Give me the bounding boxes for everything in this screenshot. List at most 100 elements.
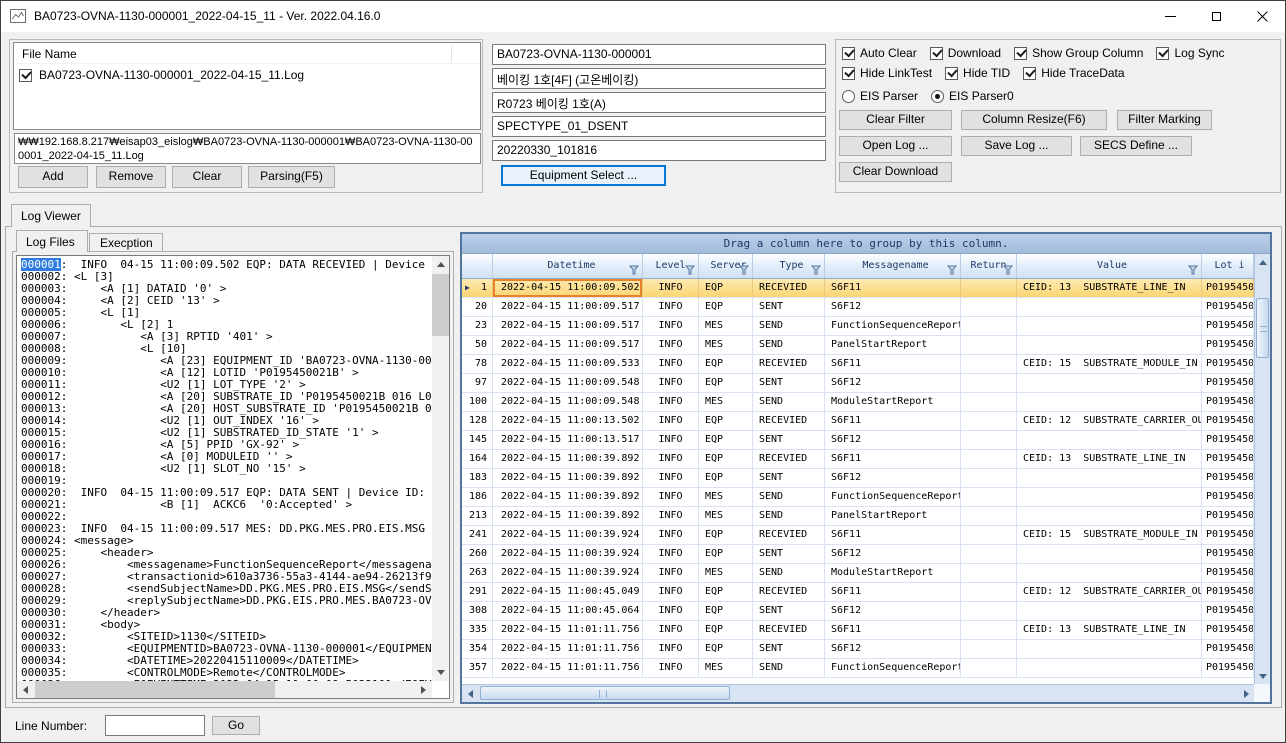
table-row[interactable]: 972022-04-15 11:00:09.548INFOEQPSENTS6F1… [462,374,1254,393]
tab-log-viewer[interactable]: Log Viewer [11,204,91,227]
scroll-down-icon[interactable] [1255,668,1271,684]
column-resize-f6-button[interactable]: Column Resize(F6) [961,110,1107,130]
column-header-server[interactable]: Server [699,254,753,278]
checkbox-download[interactable]: Download [930,46,1001,60]
table-row[interactable]: 3352022-04-15 11:01:11.756INFOEQPRECEVIE… [462,621,1254,640]
checkbox-hide-linktest[interactable]: Hide LinkTest [842,66,932,80]
tab-exception[interactable]: Execption [89,233,163,252]
checkbox-show-group-column[interactable]: Show Group Column [1014,46,1143,60]
filter-icon[interactable] [629,261,639,278]
table-row[interactable]: ▶12022-04-15 11:00:09.502INFOEQPRECEVIED… [462,279,1254,298]
table-row[interactable]: 1832022-04-15 11:00:39.892INFOEQPSENTS6F… [462,469,1254,488]
clear-filter-button[interactable]: Clear Filter [839,110,952,130]
file-list-column-header[interactable]: File Name [14,43,480,64]
checkbox-icon[interactable] [945,67,958,80]
checkbox-hide-tracedata[interactable]: Hide TraceData [1023,66,1124,80]
table-row[interactable]: 1282022-04-15 11:00:13.502INFOEQPRECEVIE… [462,412,1254,431]
scroll-up-icon[interactable] [432,256,449,273]
equipment-id-field[interactable]: BA0723-OVNA-1130-000001 [492,44,826,65]
parsing-button[interactable]: Parsing(F5) [248,166,335,188]
scroll-thumb[interactable] [35,681,275,698]
table-row[interactable]: 2602022-04-15 11:00:39.924INFOEQPSENTS6F… [462,545,1254,564]
save-log-button[interactable]: Save Log ... [961,136,1072,156]
table-row[interactable]: 1642022-04-15 11:00:39.892INFOEQPRECEVIE… [462,450,1254,469]
column-header-lot-i[interactable]: Lot i [1202,254,1254,278]
column-header-level[interactable]: Level [643,254,699,278]
table-row[interactable]: 2912022-04-15 11:00:45.049INFOEQPRECEVIE… [462,583,1254,602]
scroll-thumb[interactable] [1256,298,1269,358]
scroll-up-icon[interactable] [1255,254,1271,270]
file-list-item[interactable]: BA0723-OVNA-1130-000001_2022-04-15_11.Lo… [14,66,480,84]
radio-icon[interactable] [931,90,944,103]
filter-icon[interactable] [1188,261,1198,278]
file-checkbox[interactable] [19,69,32,82]
group-by-band[interactable]: Drag a column here to group by this colu… [462,234,1270,254]
log-vertical-scrollbar[interactable] [432,256,449,681]
line-name-field[interactable]: R0723 베이킹 1호(A) [492,92,826,113]
filter-icon[interactable] [1003,261,1013,278]
filter-icon[interactable] [947,261,957,278]
filter-icon[interactable] [739,261,749,278]
equipment-name-field[interactable]: 베이킹 1호[4F] (고온베이킹) [492,68,826,89]
checkbox-icon[interactable] [1023,67,1036,80]
radio-eis-parser0[interactable]: EIS Parser0 [931,89,1014,103]
go-button[interactable]: Go [212,716,260,735]
grid-horizontal-scrollbar[interactable] [462,684,1254,702]
checkbox-icon[interactable] [1156,47,1169,60]
scroll-left-icon[interactable] [17,681,34,698]
spec-type-field[interactable]: SPECTYPE_01_DSENT [492,116,826,137]
table-row[interactable]: 3542022-04-15 11:01:11.756INFOEQPSENTS6F… [462,640,1254,659]
filter-icon[interactable] [811,261,821,278]
scroll-left-icon[interactable] [462,686,478,702]
maximize-button[interactable] [1193,1,1239,32]
scroll-down-icon[interactable] [432,664,449,681]
column-header-value[interactable]: Value [1017,254,1202,278]
checkbox-icon[interactable] [842,47,855,60]
checkbox-icon[interactable] [1014,47,1027,60]
spec-timestamp-field[interactable]: 20220330_101816 [492,140,826,161]
equipment-select-button[interactable]: Equipment Select ... [501,165,666,186]
table-row[interactable]: 232022-04-15 11:00:09.517INFOMESSENDFunc… [462,317,1254,336]
open-log-button[interactable]: Open Log ... [839,136,952,156]
checkbox-auto-clear[interactable]: Auto Clear [842,46,917,60]
column-header-type[interactable]: Type [753,254,825,278]
checkbox-log-sync[interactable]: Log Sync [1156,46,1224,60]
scroll-thumb[interactable] [480,686,730,700]
column-header-return[interactable]: Return [961,254,1017,278]
checkbox-icon[interactable] [930,47,943,60]
add-button[interactable]: Add [18,166,88,188]
radio-icon[interactable] [842,90,855,103]
close-button[interactable] [1239,1,1285,32]
table-row[interactable]: 782022-04-15 11:00:09.533INFOEQPRECEVIED… [462,355,1254,374]
table-row[interactable]: 1452022-04-15 11:00:13.517INFOEQPSENTS6F… [462,431,1254,450]
filter-marking-button[interactable]: Filter Marking [1117,110,1212,130]
table-row[interactable]: 2412022-04-15 11:00:39.924INFOEQPRECEVIE… [462,526,1254,545]
log-horizontal-scrollbar[interactable] [17,681,432,698]
filter-icon[interactable] [685,261,695,278]
clear-button[interactable]: Clear [172,166,242,188]
table-row[interactable]: 2132022-04-15 11:00:39.892INFOMESSENDPan… [462,507,1254,526]
checkbox-icon[interactable] [842,67,855,80]
file-list[interactable]: File Name BA0723-OVNA-1130-000001_2022-0… [13,42,481,130]
column-header-datetime[interactable]: Datetime [493,254,643,278]
checkbox-hide-tid[interactable]: Hide TID [945,66,1010,80]
radio-eis-parser[interactable]: EIS Parser [842,89,918,103]
scroll-thumb[interactable] [432,274,449,336]
table-row[interactable]: 2632022-04-15 11:00:39.924INFOMESSENDMod… [462,564,1254,583]
scroll-right-icon[interactable] [415,681,432,698]
table-row[interactable]: 1002022-04-15 11:00:09.548INFOMESSENDMod… [462,393,1254,412]
table-row[interactable]: 202022-04-15 11:00:09.517INFOEQPSENTS6F1… [462,298,1254,317]
table-row[interactable]: 3082022-04-15 11:00:45.064INFOEQPSENTS6F… [462,602,1254,621]
table-row[interactable]: 3572022-04-15 11:01:11.756INFOMESSENDFun… [462,659,1254,678]
column-header-messagename[interactable]: Messagename [825,254,961,278]
line-number-input[interactable] [105,715,205,736]
secs-define-button[interactable]: SECS Define ... [1080,136,1192,156]
grid-vertical-scrollbar[interactable] [1254,254,1270,684]
tab-log-files[interactable]: Log Files [16,230,88,252]
scroll-right-icon[interactable] [1238,686,1254,702]
table-row[interactable]: 1862022-04-15 11:00:39.892INFOMESSENDFun… [462,488,1254,507]
table-row[interactable]: 502022-04-15 11:00:09.517INFOMESSENDPane… [462,336,1254,355]
file-path-box[interactable]: ₩₩192.168.8.217₩eisap03_eislog₩BA0723-OV… [14,133,481,164]
clear-download-button[interactable]: Clear Download [839,162,952,182]
log-text-view[interactable]: 000001: INFO 04-15 11:00:09.502 EQP: DAT… [16,255,450,699]
